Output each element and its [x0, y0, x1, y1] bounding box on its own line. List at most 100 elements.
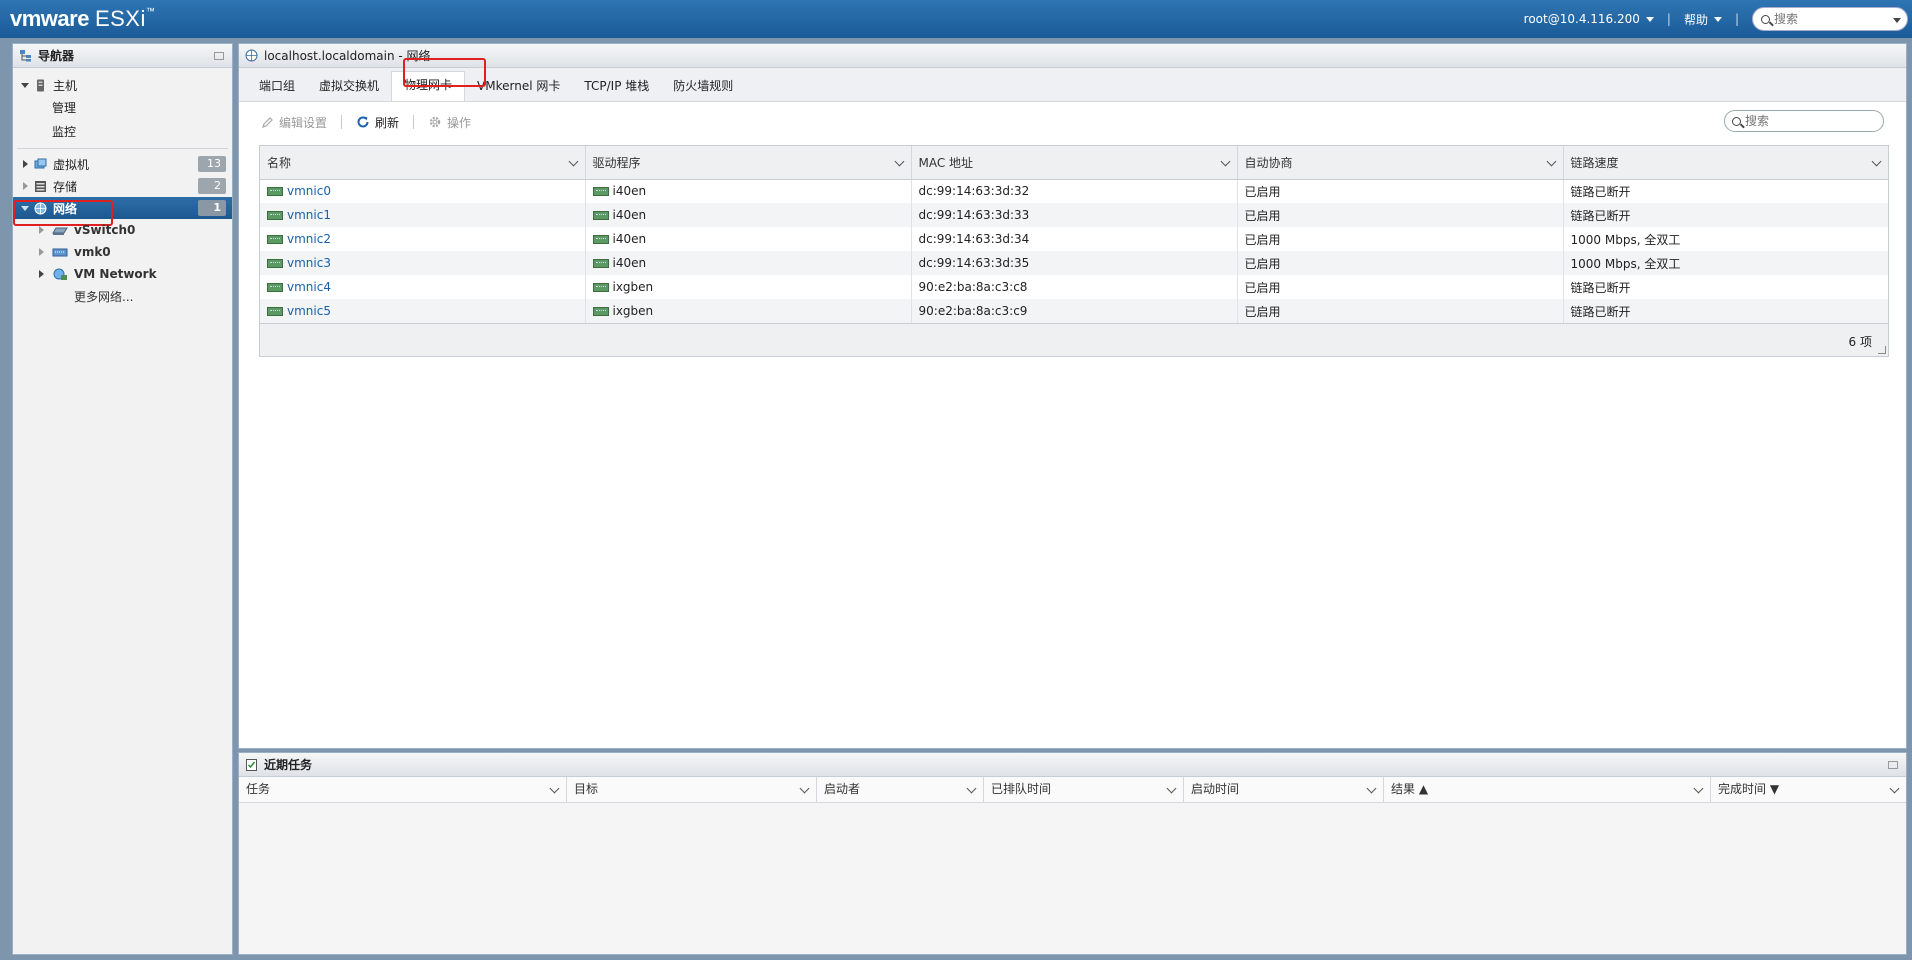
nic-name-link[interactable]: vmnic1	[287, 208, 331, 222]
driver-value: ixgben	[612, 280, 654, 294]
nav-manage-label: 管理	[52, 100, 77, 115]
chevron-down-icon[interactable]	[894, 156, 904, 167]
actions-button[interactable]: 操作	[428, 114, 471, 131]
chevron-down-icon	[1713, 16, 1722, 22]
nav-host-manage[interactable]: 管理	[13, 96, 232, 118]
chevron-down-icon[interactable]	[1166, 783, 1177, 794]
chevron-down-icon[interactable]	[568, 156, 578, 167]
nav-vm-network[interactable]: VM Network	[13, 263, 232, 285]
chevron-down-icon[interactable]	[549, 783, 560, 794]
navigator-header: 导航器	[13, 44, 232, 68]
link-speed-value: 1000 Mbps, 全双工	[1570, 232, 1681, 247]
vmkernel-nic-icon	[52, 248, 68, 256]
nav-host-monitor[interactable]: 监控	[13, 118, 232, 144]
minimize-icon[interactable]	[1888, 761, 1898, 769]
nav-host[interactable]: 主机	[13, 74, 232, 96]
tab-virtual-switches[interactable]: 虚拟交换机	[307, 73, 391, 101]
nav-vmk0[interactable]: vmk0	[13, 241, 232, 263]
nav-vswitch0[interactable]: vSwitch0	[13, 219, 232, 241]
expand-icon[interactable]	[39, 226, 44, 234]
chevron-down-icon[interactable]	[799, 783, 810, 794]
chevron-down-icon[interactable]	[1893, 18, 1901, 23]
column-header-queued[interactable]: 已排队时间	[984, 777, 1184, 802]
expand-icon[interactable]	[39, 248, 44, 256]
top-bar: vmware ESXi™ root@10.4.116.200 | 帮助 |	[0, 0, 1912, 38]
recent-tasks-header: 近期任务	[239, 753, 1906, 777]
nic-name-link[interactable]: vmnic4	[287, 280, 331, 294]
expand-icon[interactable]	[39, 270, 44, 278]
minimize-icon[interactable]	[214, 52, 224, 60]
chevron-down-icon[interactable]	[1220, 156, 1230, 167]
nav-storage-label: 存储	[53, 179, 78, 194]
autoneg-value: 已启用	[1237, 275, 1564, 299]
column-header-started[interactable]: 启动时间	[1184, 777, 1384, 802]
table-header-row: 名称 驱动程序 MAC 地址 自动协商 链路速度	[260, 146, 1888, 180]
driver-value: i40en	[612, 208, 647, 222]
table-row[interactable]: vmnic5 ixgben 90:e2:ba:8a:c3:c9 已启用 链路已断…	[260, 299, 1888, 323]
toolbar: 编辑设置 刷新 操作	[239, 102, 1906, 142]
column-header-target[interactable]: 目标	[567, 777, 817, 802]
nic-name-link[interactable]: vmnic0	[287, 184, 331, 198]
column-header-name[interactable]: 名称	[260, 146, 586, 180]
chevron-down-icon[interactable]	[1546, 156, 1556, 167]
vm-count-badge: 13	[198, 156, 226, 172]
refresh-button[interactable]: 刷新	[356, 114, 399, 131]
column-header-completed[interactable]: 完成时间 ▼	[1711, 777, 1906, 802]
table-row[interactable]: vmnic4 ixgben 90:e2:ba:8a:c3:c8 已启用 链路已断…	[260, 275, 1888, 299]
driver-icon	[592, 211, 609, 220]
edit-settings-label: 编辑设置	[279, 115, 328, 130]
user-menu[interactable]: root@10.4.116.200	[1524, 12, 1654, 26]
table-row[interactable]: vmnic3 i40en dc:99:14:63:3d:35 已启用 1000 …	[260, 251, 1888, 275]
chevron-down-icon[interactable]	[1889, 783, 1900, 794]
nav-vms[interactable]: 虚拟机 13	[13, 153, 232, 175]
table-row[interactable]: vmnic1 i40en dc:99:14:63:3d:33 已启用 链路已断开	[260, 203, 1888, 227]
edit-settings-button[interactable]: 编辑设置	[261, 114, 327, 131]
column-header-driver[interactable]: 驱动程序	[585, 146, 912, 180]
driver-icon	[592, 187, 609, 197]
column-header-link-speed[interactable]: 链路速度	[1563, 146, 1888, 180]
expand-icon[interactable]	[23, 182, 28, 190]
pencil-icon	[262, 116, 273, 128]
column-header-task[interactable]: 任务	[239, 777, 567, 802]
nav-storage[interactable]: 存储 2	[13, 175, 232, 197]
column-header-mac[interactable]: MAC 地址	[911, 146, 1238, 180]
tab-port-groups[interactable]: 端口组	[247, 73, 307, 101]
item-count: 6 项	[1848, 335, 1872, 349]
column-header-autoneg[interactable]: 自动协商	[1237, 146, 1564, 180]
grid-search[interactable]	[1724, 110, 1884, 132]
refresh-label: 刷新	[375, 115, 400, 130]
chevron-down-icon[interactable]	[1366, 783, 1377, 794]
table-row[interactable]: vmnic0 i40en dc:99:14:63:3d:32 已启用 链路已断开	[260, 179, 1888, 203]
collapse-icon[interactable]	[21, 82, 29, 88]
nav-more-networks[interactable]: 更多网络...	[13, 285, 232, 307]
tab-tcpip-stacks[interactable]: TCP/IP 堆栈	[572, 73, 661, 101]
port-group-icon	[53, 268, 67, 280]
global-search-input[interactable]	[1774, 12, 1894, 26]
resize-handle-icon[interactable]	[1878, 346, 1886, 354]
gear-icon	[429, 116, 441, 128]
nic-name-link[interactable]: vmnic5	[287, 304, 331, 318]
nic-icon	[267, 211, 283, 220]
help-menu[interactable]: 帮助	[1684, 11, 1722, 28]
grid-search-input[interactable]	[1745, 114, 1870, 128]
mac-value: 90:e2:ba:8a:c3:c9	[911, 299, 1238, 323]
chevron-down-icon[interactable]	[1693, 783, 1704, 794]
search-icon	[1732, 116, 1741, 126]
column-header-result[interactable]: 结果 ▲	[1384, 777, 1711, 802]
nic-name-link[interactable]: vmnic2	[287, 232, 331, 246]
nic-icon	[267, 259, 283, 268]
global-search[interactable]	[1752, 7, 1908, 31]
nav-vmk0-label: vmk0	[74, 245, 111, 259]
nic-name-link[interactable]: vmnic3	[287, 256, 331, 270]
chevron-down-icon[interactable]	[1871, 156, 1882, 167]
column-header-initiator[interactable]: 启动者	[817, 777, 984, 802]
driver-value: i40en	[612, 232, 647, 246]
mac-value: dc:99:14:63:3d:35	[911, 251, 1238, 275]
chevron-down-icon[interactable]	[966, 783, 977, 794]
divider	[341, 115, 343, 129]
expand-icon[interactable]	[23, 160, 28, 168]
refresh-icon	[357, 116, 369, 128]
table-row[interactable]: vmnic2 i40en dc:99:14:63:3d:34 已启用 1000 …	[260, 227, 1888, 251]
storage-icon	[35, 180, 46, 192]
tab-firewall-rules[interactable]: 防火墙规则	[661, 73, 745, 101]
